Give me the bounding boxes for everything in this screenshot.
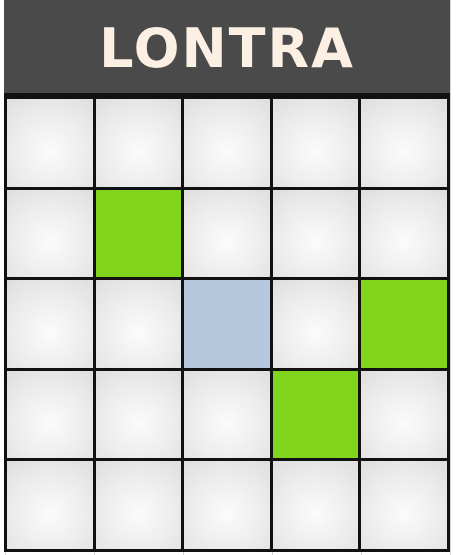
board-cell-r2-c1[interactable] bbox=[7, 189, 93, 278]
board-cell-r5-c3[interactable] bbox=[184, 461, 270, 549]
board-cell-r2-c3[interactable] bbox=[184, 189, 270, 278]
board-cell-r2-c2-marked[interactable] bbox=[95, 189, 182, 278]
board-cell-r2-c5[interactable] bbox=[361, 189, 447, 278]
board-cell-r4-c2[interactable] bbox=[95, 370, 182, 459]
board-cell-r3-c3-free[interactable] bbox=[184, 280, 270, 368]
board-cell-r1-c1[interactable] bbox=[7, 99, 93, 187]
board-cell-r5-c4[interactable] bbox=[272, 461, 359, 549]
board-cell-r3-c2[interactable] bbox=[95, 280, 182, 368]
board-cell-r5-c2[interactable] bbox=[95, 461, 182, 549]
board-cell-r1-c2[interactable] bbox=[95, 99, 182, 187]
board-cell-r4-c5[interactable] bbox=[361, 370, 447, 459]
board-cell-r4-c1[interactable] bbox=[7, 370, 93, 459]
board-cell-r1-c5[interactable] bbox=[361, 99, 447, 187]
board-cell-r3-c5-marked[interactable] bbox=[361, 280, 447, 368]
board-cell-r5-c1[interactable] bbox=[7, 461, 93, 549]
bingo-board bbox=[4, 96, 450, 552]
card-title: LONTRA bbox=[99, 16, 355, 80]
board-cell-r1-c3[interactable] bbox=[184, 99, 270, 187]
board-cell-r5-c5[interactable] bbox=[361, 461, 447, 549]
board-cell-r1-c4[interactable] bbox=[272, 99, 359, 187]
board-cell-r3-c4[interactable] bbox=[272, 280, 359, 368]
board-cell-r3-c1[interactable] bbox=[7, 280, 93, 368]
board-cell-r2-c4[interactable] bbox=[272, 189, 359, 278]
board-cell-r4-c3[interactable] bbox=[184, 370, 270, 459]
card-title-bar: LONTRA bbox=[4, 0, 450, 96]
board-cell-r4-c4-marked[interactable] bbox=[272, 370, 359, 459]
bingo-card: LONTRA bbox=[4, 0, 450, 552]
